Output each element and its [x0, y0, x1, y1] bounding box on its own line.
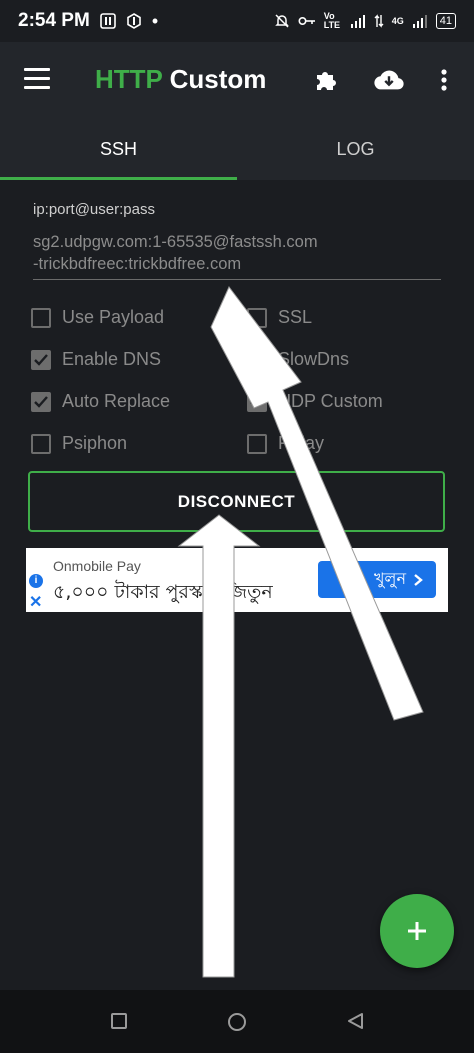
- recents-icon[interactable]: [110, 1012, 128, 1030]
- checkbox-box: [247, 349, 267, 370]
- signal-icon: [350, 15, 365, 28]
- plus-icon: [408, 922, 426, 940]
- checkbox-box: [31, 307, 51, 328]
- app-title: HTTP Custom: [95, 64, 267, 94]
- checkbox-box: [247, 433, 267, 454]
- chevron-right-icon: [414, 573, 423, 586]
- ssh-panel: ip:port@user:pass sg2.udpgw.com:1-65535@…: [0, 180, 474, 990]
- cloud-download-icon[interactable]: [373, 64, 405, 96]
- puzzle-icon[interactable]: [310, 64, 342, 96]
- ad-open-button[interactable]: খুলুন: [318, 561, 436, 598]
- checkbox-box: [31, 433, 51, 454]
- back-icon[interactable]: [346, 1012, 364, 1030]
- tab-ssh[interactable]: SSH: [0, 118, 237, 180]
- tab-log[interactable]: LOG: [237, 118, 474, 180]
- status-bar: 2:54 PM • Vo LTE 4G 41: [0, 0, 474, 42]
- field-label: ip:port@user:pass: [33, 201, 155, 218]
- more-notifications-dot: •: [151, 10, 159, 31]
- status-time: 2:54 PM: [18, 10, 90, 31]
- psiphon-checkbox[interactable]: Psiphon: [31, 433, 127, 454]
- home-icon[interactable]: [227, 1012, 247, 1032]
- app-notification-icon: [100, 13, 116, 29]
- vpn-notification-icon: [127, 13, 141, 29]
- udp-custom-checkbox[interactable]: UDP Custom: [247, 391, 383, 412]
- ad-headline: ৫,০০০ টাকার পুরস্কার জিতুন: [53, 581, 273, 603]
- check-icon: [34, 353, 48, 366]
- check-icon: [250, 395, 264, 408]
- ssh-account-input[interactable]: sg2.udpgw.com:1-65535@fastssh.com -trick…: [33, 231, 441, 280]
- system-nav-bar: [0, 990, 474, 1053]
- menu-icon[interactable]: [24, 68, 50, 89]
- key-icon: [298, 16, 315, 26]
- data-arrows-icon: [374, 14, 384, 28]
- mute-icon: [274, 14, 289, 28]
- ad-sponsor: Onmobile Pay: [53, 558, 141, 574]
- ssh-account-line-1: sg2.udpgw.com:1-65535@fastssh.com: [33, 233, 318, 251]
- checkbox-box-checked: [31, 391, 51, 412]
- tab-bar: SSH LOG: [0, 118, 474, 180]
- more-options-icon[interactable]: [428, 64, 460, 96]
- add-button[interactable]: [380, 894, 454, 968]
- slowdns-checkbox[interactable]: SlowDns: [247, 349, 349, 370]
- enable-dns-checkbox[interactable]: Enable DNS: [31, 349, 161, 370]
- signal-icon-2: [412, 15, 427, 28]
- ad-info-icon[interactable]: i: [29, 574, 43, 588]
- use-payload-checkbox[interactable]: Use Payload: [31, 307, 164, 328]
- ad-close-icon[interactable]: ✕: [29, 592, 42, 612]
- battery-icon: 41: [435, 13, 456, 29]
- network-type: 4G: [391, 16, 404, 26]
- app-bar: HTTP Custom: [0, 42, 474, 118]
- relay-checkbox[interactable]: Relay: [247, 433, 324, 454]
- disconnect-button[interactable]: DISCONNECT: [28, 471, 445, 532]
- checkbox-box: [247, 307, 267, 328]
- check-icon: [34, 395, 48, 408]
- ssh-account-line-2: -trickbdfreec:trickbdfree.com: [33, 255, 242, 273]
- ad-banner[interactable]: i ✕ Onmobile Pay ৫,০০০ টাকার পুরস্কার জি…: [26, 548, 448, 612]
- auto-replace-checkbox[interactable]: Auto Replace: [31, 391, 170, 412]
- checkbox-box-checked: [31, 349, 51, 370]
- volte-indicator: Vo LTE: [323, 11, 341, 30]
- checkbox-box-checked: [247, 391, 267, 412]
- ssl-checkbox[interactable]: SSL: [247, 307, 312, 328]
